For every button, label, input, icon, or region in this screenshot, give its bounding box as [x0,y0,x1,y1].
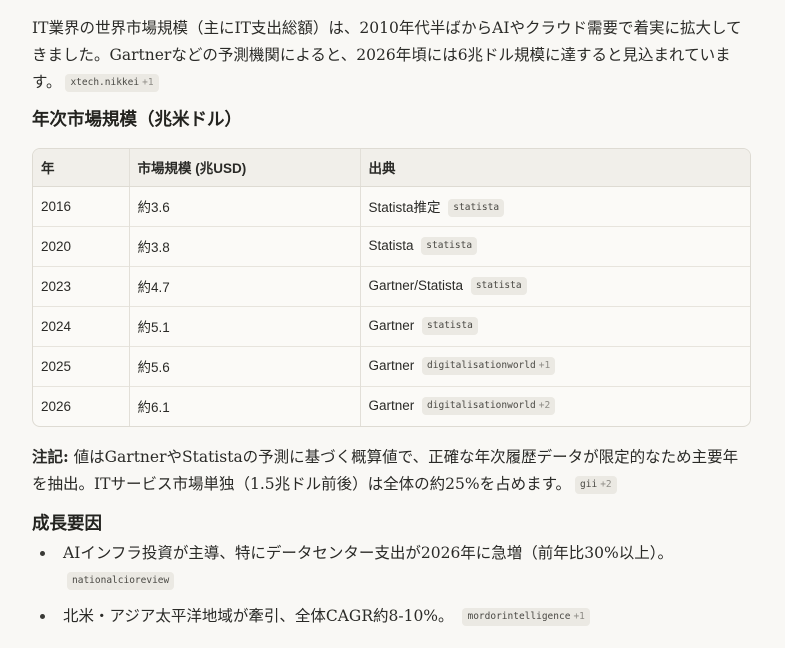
cell-year: 2026 [33,385,129,426]
citation-source: statista [427,320,473,331]
citation-count: +1 [573,611,585,622]
cell-size: 約3.8 [128,225,360,266]
column-header-size: 市場規模 (兆USD) [128,149,360,187]
citation-chip[interactable]: digitalisationworld +1 [422,357,556,375]
table-row: 2016 約3.6 Statista推定 statista [33,186,750,226]
section-heading-growth-factors: 成長要因 [32,514,102,534]
cell-year: 2025 [33,345,129,386]
source-name: Gartner [368,318,415,333]
cell-source: Gartner digitalisationworld +2 [359,385,750,426]
citation-source: nationalcioreview [72,575,170,586]
citation-source: gii [580,479,598,490]
cell-size: 約5.6 [128,345,360,386]
cell-source: Statista statista [359,225,750,266]
table-row: 2024 約5.1 Gartner statista [33,305,750,346]
source-name: Gartner [368,358,415,373]
citation-chip[interactable]: nationalcioreview [67,572,175,590]
table-header-row: 年 市場規模 (兆USD) 出典 [33,149,750,187]
citation-chip[interactable]: statista [422,317,478,335]
source-name: Statista [368,238,414,253]
note-label: 注記: [32,447,69,466]
citation-source: statista [453,201,500,213]
cell-source: Gartner digitalisationworld +1 [359,345,750,386]
table-row: 2025 約5.6 Gartner digitalisationworld +1 [33,345,750,386]
list-item-text: 北米・アジア太平洋地域が牽引、全体CAGR約8-10%。 [63,607,454,625]
citation-source: xtech.nikkei [70,77,140,88]
intro-paragraph: IT業界の世界市場規模（主にIT支出総額）は、2010年代半ばからAIやクラウド… [32,15,750,96]
cell-source: Statista推定 statista [359,186,750,226]
growth-factor-list: AIインフラ投資が主導、特にデータセンター支出が2026年に急増（前年比30%以… [32,540,750,630]
table-row: 2023 約4.7 Gartner/Statista statista [33,265,750,306]
citation-chip[interactable]: gii +2 [575,476,617,494]
citation-count: +1 [142,77,154,88]
citation-chip[interactable]: digitalisationworld +2 [422,397,556,416]
cell-size: 約5.1 [128,305,360,346]
source-name: Gartner/Statista [368,278,464,293]
list-item: 北米・アジア太平洋地域が牽引、全体CAGR約8-10%。 mordorintel… [32,603,750,630]
list-item: AIインフラ投資が主導、特にデータセンター支出が2026年に急増（前年比30%以… [32,540,750,594]
section-heading-market-size: 年次市場規模（兆米ドル） [32,110,242,130]
note-text: 値はGartnerやStatistaの予測に基づく概算値で、正確な年次履歴データ… [32,448,739,493]
cell-year: 2016 [41,198,72,214]
cell-size: 約6.1 [128,385,360,426]
citation-source: mordorintelligence [467,611,571,622]
table-row: 2020 約3.8 Statista statista [33,225,750,266]
citation-chip[interactable]: xtech.nikkei +1 [65,74,159,92]
citation-chip[interactable]: statista [448,198,505,217]
citation-source: digitalisationworld [427,360,536,371]
cell-source: Gartner/Statista statista [359,265,750,306]
source-name: Statista推定 [368,199,441,215]
citation-count: +2 [600,479,612,490]
table-row: 2026 約6.1 Gartner digitalisationworld +2 [33,385,750,426]
citation-count: +2 [538,400,551,412]
cell-year: 2024 [33,305,129,346]
cell-size: 約4.7 [128,265,360,306]
column-header-source: 出典 [359,149,750,187]
note-paragraph: 注記: 値はGartnerやStatistaの予測に基づく概算値で、正確な年次履… [32,443,750,498]
citation-count: +1 [538,360,551,371]
citation-chip[interactable]: statista [421,237,478,255]
cell-source: Gartner statista [359,305,750,346]
source-name: Gartner [368,398,415,414]
citation-source: statista [475,280,522,291]
cell-size: 約3.6 [128,186,360,226]
citation-source: statista [426,240,473,251]
cell-year: 2020 [33,225,129,266]
citation-chip[interactable]: statista [470,277,527,295]
citation-source: digitalisationworld [427,400,536,412]
cell-year: 2023 [33,265,129,306]
citation-chip[interactable]: mordorintelligence +1 [462,608,590,626]
column-header-year: 年 [33,149,129,187]
list-item-text: AIインフラ投資が主導、特にデータセンター支出が2026年に急増（前年比30%以… [63,544,674,562]
market-size-table: 年 市場規模 (兆USD) 出典 2016 約3.6 Statista推定 stat… [32,148,751,427]
